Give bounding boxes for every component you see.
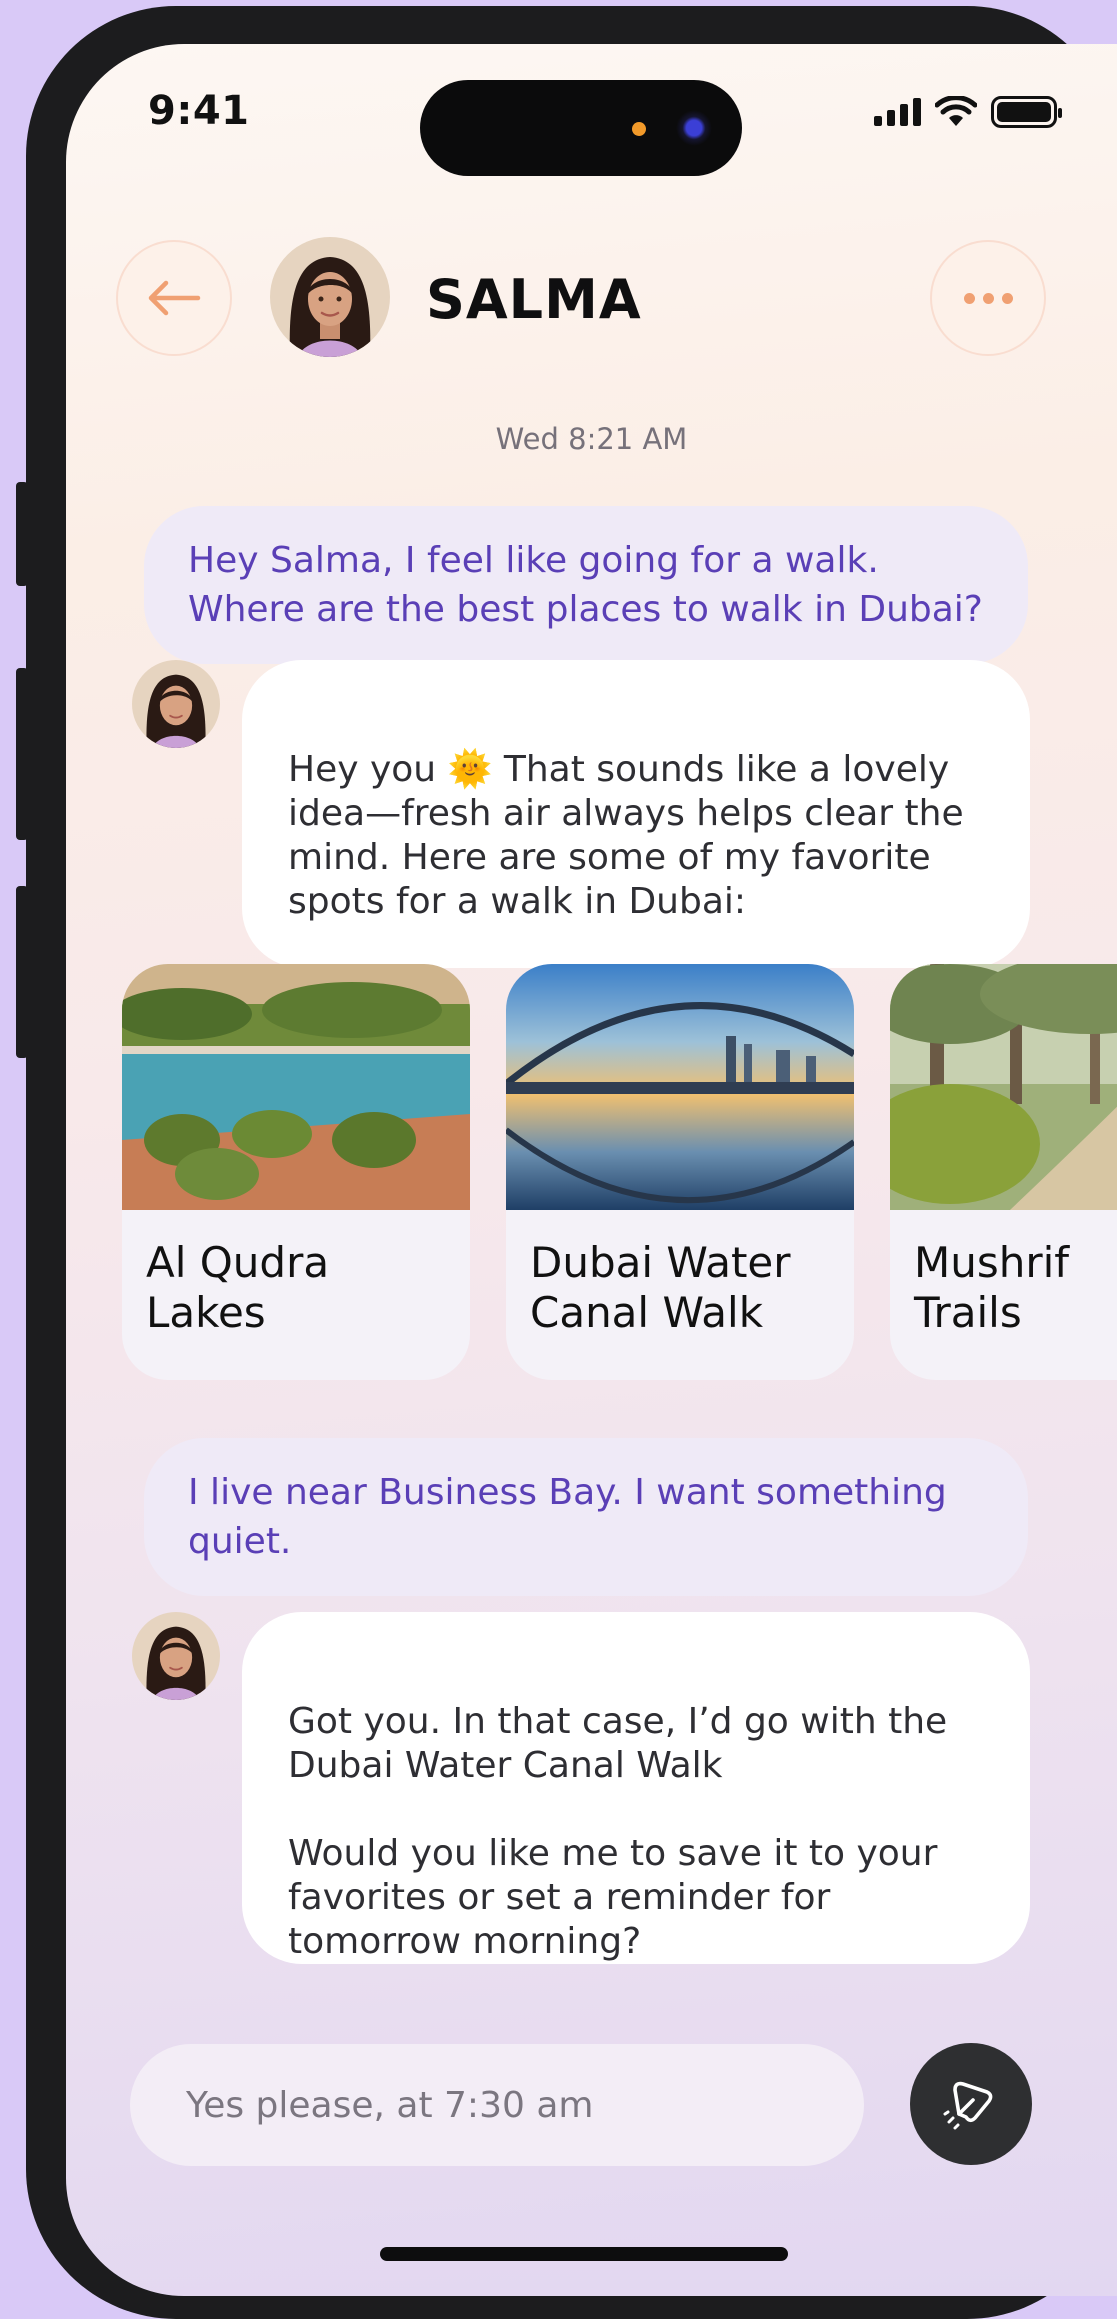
place-card[interactable]: Mushrif Trails <box>890 964 1117 1380</box>
status-icons <box>874 96 1062 128</box>
conversation-timestamp: Wed 8:21 AM <box>495 422 688 456</box>
wifi-icon <box>935 96 977 126</box>
contact-name: SALMA <box>426 268 642 331</box>
message-composer <box>130 2044 864 2166</box>
more-horizontal-icon-dot <box>982 292 994 304</box>
sun-emoji-icon: 🌞 <box>447 749 493 790</box>
place-name: Mushrif Trails <box>914 1238 1070 1337</box>
place-photo-al-qudra-lakes <box>122 964 470 1210</box>
send-icon <box>943 2081 993 2130</box>
message-text: I live near Business Bay. I want somethi… <box>188 1472 947 1562</box>
camera-icon <box>676 110 712 146</box>
privacy-indicator-dot <box>632 122 646 136</box>
more-horizontal-icon-dot <box>1001 292 1013 304</box>
place-photo-mushrif-trails <box>890 964 1117 1210</box>
place-name: Al Qudra Lakes <box>146 1238 330 1337</box>
place-name: Dubai Water Canal Walk <box>530 1238 791 1337</box>
salma-avatar <box>132 1612 220 1700</box>
salma-message-bubble: Hey you 🌞 That sounds like a lovely idea… <box>242 660 1030 968</box>
message-text: Hey Salma, I feel like going for a walk.… <box>188 540 983 630</box>
back-button[interactable] <box>116 240 232 356</box>
user-message-bubble: I live near Business Bay. I want somethi… <box>144 1438 1028 1596</box>
place-card[interactable]: Dubai Water Canal Walk <box>506 964 854 1380</box>
more-options-button[interactable] <box>930 240 1046 356</box>
home-indicator[interactable] <box>380 2247 788 2261</box>
contact-avatar[interactable] <box>270 237 390 357</box>
place-photo-dubai-water-canal <box>506 964 854 1210</box>
send-button[interactable] <box>910 2043 1032 2165</box>
cellular-signal-icon <box>874 98 921 126</box>
salma-message-bubble: Got you. In that case, I’d go with the D… <box>242 1612 1030 1964</box>
user-message-bubble: Hey Salma, I feel like going for a walk.… <box>144 506 1028 664</box>
salma-avatar <box>132 660 220 748</box>
message-text: Hey you <box>288 749 448 790</box>
more-horizontal-icon <box>963 292 975 304</box>
message-input[interactable] <box>186 2084 806 2126</box>
phone-screen: 9:41 SALMA Wed 8:21 AM Hey Salma, I feel… <box>66 44 1117 2296</box>
dynamic-island <box>420 80 742 176</box>
battery-icon <box>991 96 1062 128</box>
status-time: 9:41 <box>148 88 250 134</box>
places-carousel[interactable]: Al Qudra Lakes Dubai Water Canal Walk Mu… <box>122 964 1117 1380</box>
message-text: Got you. In that case, I’d go with the D… <box>288 1701 948 1962</box>
place-card[interactable]: Al Qudra Lakes <box>122 964 470 1380</box>
arrow-left-icon <box>148 280 201 316</box>
